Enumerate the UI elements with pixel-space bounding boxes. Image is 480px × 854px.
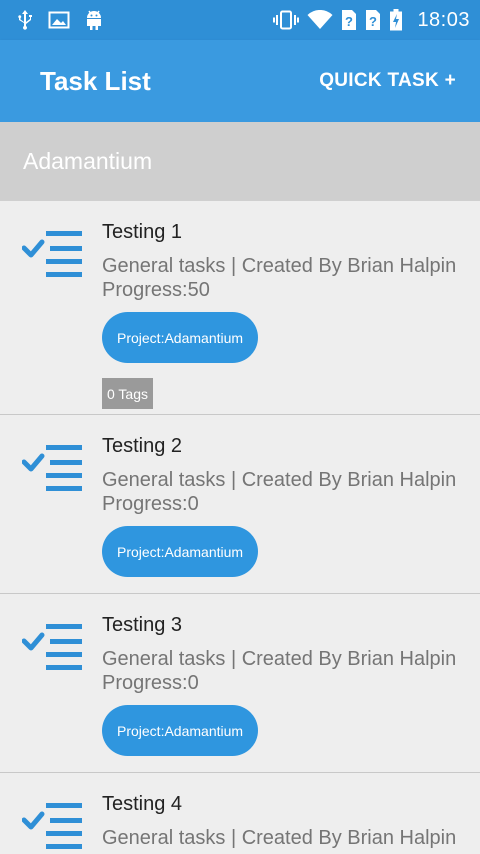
task-meta: General tasks | Created By Brian Halpin (102, 469, 457, 491)
task-list-icon (22, 803, 82, 849)
page-title: Task List (40, 65, 151, 96)
task-meta: General tasks | Created By Brian Halpin (102, 255, 457, 277)
svg-text:?: ? (345, 14, 353, 29)
tags-badge: 0 Tags (102, 378, 153, 409)
task-list-icon (22, 624, 82, 670)
sim-unknown-icon: ? (365, 9, 381, 31)
task-list: Testing 1 General tasks | Created By Bri… (0, 201, 480, 854)
task-meta: General tasks | Created By Brian Halpin (102, 827, 457, 849)
task-list-icon (22, 445, 82, 491)
android-icon (84, 9, 104, 31)
task-progress: Progress:0 (102, 493, 199, 515)
task-list-icon (22, 231, 82, 277)
task-list-item[interactable]: Testing 2 General tasks | Created By Bri… (0, 415, 480, 594)
task-title: Testing 3 (102, 614, 183, 636)
task-list-item[interactable]: Testing 1 General tasks | Created By Bri… (0, 201, 480, 415)
task-title: Testing 1 (102, 221, 183, 243)
svg-text:?: ? (369, 14, 377, 29)
task-list-item[interactable]: Testing 3 General tasks | Created By Bri… (0, 594, 480, 773)
status-bar: ? ? 18:03 (0, 0, 480, 40)
task-list-item[interactable]: Testing 4 General tasks | Created By Bri… (0, 773, 480, 854)
task-title: Testing 4 (102, 793, 183, 815)
status-bar-right: ? ? 18:03 (273, 9, 470, 32)
task-progress: Progress:50 (102, 279, 210, 301)
vibrate-icon (273, 10, 300, 30)
task-meta: General tasks | Created By Brian Halpin (102, 648, 457, 670)
app-bar: Task List QUICK TASK + (0, 40, 480, 122)
sim-unknown-icon: ? (341, 9, 357, 31)
status-time: 18:03 (417, 8, 470, 31)
project-chip[interactable]: Project:Adamantium (102, 526, 259, 577)
wifi-icon (307, 10, 333, 30)
project-section-header: Adamantium (0, 122, 480, 201)
image-icon (48, 11, 70, 29)
usb-icon (16, 9, 34, 31)
battery-charging-icon (389, 9, 403, 31)
quick-task-button[interactable]: QUICK TASK + (319, 70, 456, 92)
task-progress: Progress:0 (102, 672, 199, 694)
project-chip[interactable]: Project:Adamantium (102, 312, 259, 363)
status-bar-left (16, 9, 104, 31)
project-chip[interactable]: Project:Adamantium (102, 705, 259, 756)
task-title: Testing 2 (102, 435, 183, 457)
